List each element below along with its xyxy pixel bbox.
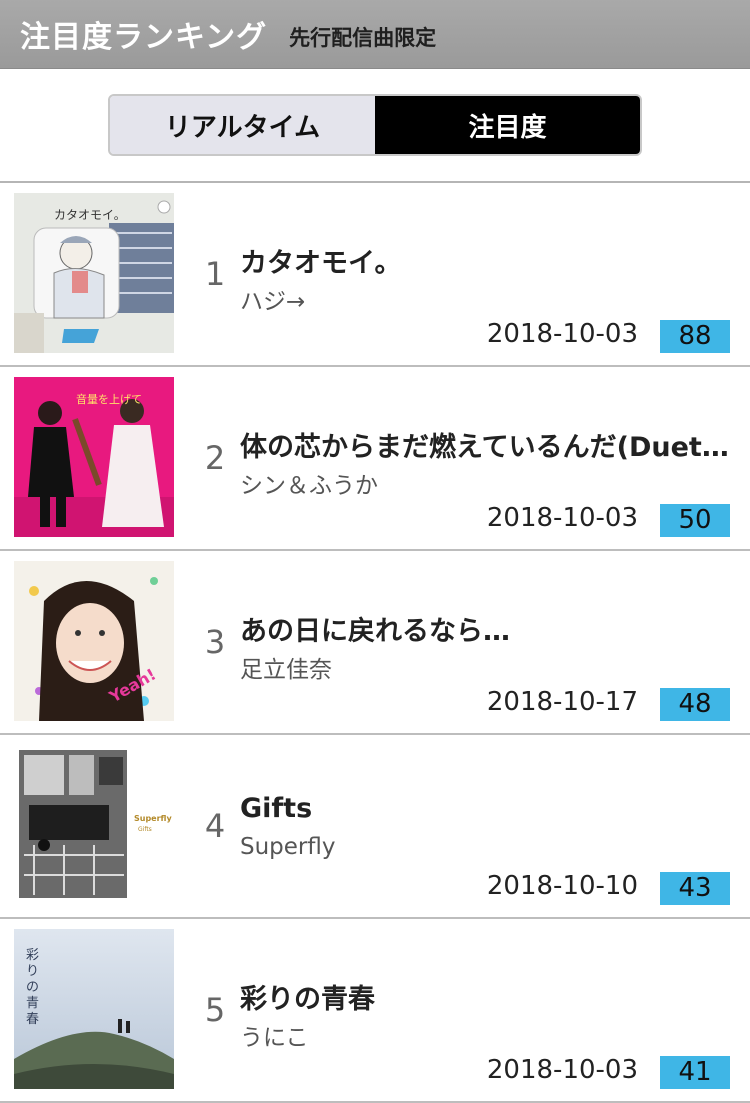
rank-number: 4 <box>204 807 226 845</box>
song-title: 彩りの青春 <box>240 984 375 1015</box>
score-badge: 50 <box>660 504 730 537</box>
artist-name: Superfly <box>240 834 336 860</box>
segmented-control: リアルタイム 注目度 <box>108 94 642 156</box>
svg-text:Superfly: Superfly <box>134 814 172 823</box>
rank-number: 1 <box>204 255 226 293</box>
ranking-type-selector: リアルタイム 注目度 <box>0 69 750 183</box>
svg-text:の: の <box>26 980 39 995</box>
page-title: 注目度ランキング <box>20 20 268 55</box>
rank-number: 3 <box>204 623 226 661</box>
score-badge: 43 <box>660 872 730 905</box>
release-date: 2018-10-10 <box>486 871 638 901</box>
album-art: Yeah! <box>14 561 174 721</box>
release-date: 2018-10-03 <box>486 1055 638 1085</box>
song-title: 体の芯からまだ燃えているんだ(Duet with ふうか) <box>240 432 730 463</box>
artist-name: うにこ <box>240 1025 309 1051</box>
rank-number: 2 <box>204 439 226 477</box>
ranking-row[interactable]: Superfly Gifts 4 Gifts Superfly 2018-10-… <box>0 735 750 919</box>
svg-text:カタオモイ。: カタオモイ。 <box>54 208 126 222</box>
release-date: 2018-10-03 <box>486 319 638 349</box>
ranking-row[interactable]: カタオモイ。 1 カタオモイ。 ハジ→ 2018-10-03 88 <box>0 183 750 367</box>
release-date: 2018-10-17 <box>486 687 638 717</box>
album-art: 音量を上げて <box>14 377 174 537</box>
ranking-row[interactable]: Yeah! 3 あの日に戻れるなら… 足立佳奈 2018-10-17 48 <box>0 551 750 735</box>
svg-text:音量を上げて: 音量を上げて <box>76 392 142 406</box>
svg-text:春: 春 <box>26 1012 39 1027</box>
song-title: Gifts <box>240 793 313 824</box>
artist-name: 足立佳奈 <box>240 657 332 683</box>
score-badge: 48 <box>660 688 730 721</box>
album-art: Superfly Gifts <box>14 745 174 905</box>
artist-name: ハジ→ <box>240 289 306 315</box>
score-badge: 41 <box>660 1056 730 1089</box>
score-badge: 88 <box>660 320 730 353</box>
ranking-row[interactable]: 彩 り の 青 春 5 彩りの青春 うにこ 2018-10-03 41 <box>0 919 750 1103</box>
svg-text:り: り <box>26 964 39 979</box>
tab-attention[interactable]: 注目度 <box>375 96 640 154</box>
album-art: 彩 り の 青 春 <box>14 929 174 1089</box>
tab-realtime[interactable]: リアルタイム <box>110 96 375 154</box>
song-title: カタオモイ。 <box>240 248 402 279</box>
ranking-list: カタオモイ。 1 カタオモイ。 ハジ→ 2018-10-03 88 音量を上げて… <box>0 183 750 1103</box>
page-header: 注目度ランキング 先行配信曲限定 <box>0 0 750 69</box>
album-art: カタオモイ。 <box>14 193 174 353</box>
svg-text:青: 青 <box>26 996 39 1011</box>
artist-name: シン＆ふうか <box>240 473 378 499</box>
song-title: あの日に戻れるなら… <box>240 616 510 647</box>
ranking-row[interactable]: 音量を上げて 2 体の芯からまだ燃えているんだ(Duet with ふうか) シ… <box>0 367 750 551</box>
svg-text:彩: 彩 <box>26 948 39 963</box>
svg-text:Gifts: Gifts <box>138 826 152 833</box>
rank-number: 5 <box>204 991 226 1029</box>
page-subtitle: 先行配信曲限定 <box>289 26 437 50</box>
release-date: 2018-10-03 <box>486 503 638 533</box>
